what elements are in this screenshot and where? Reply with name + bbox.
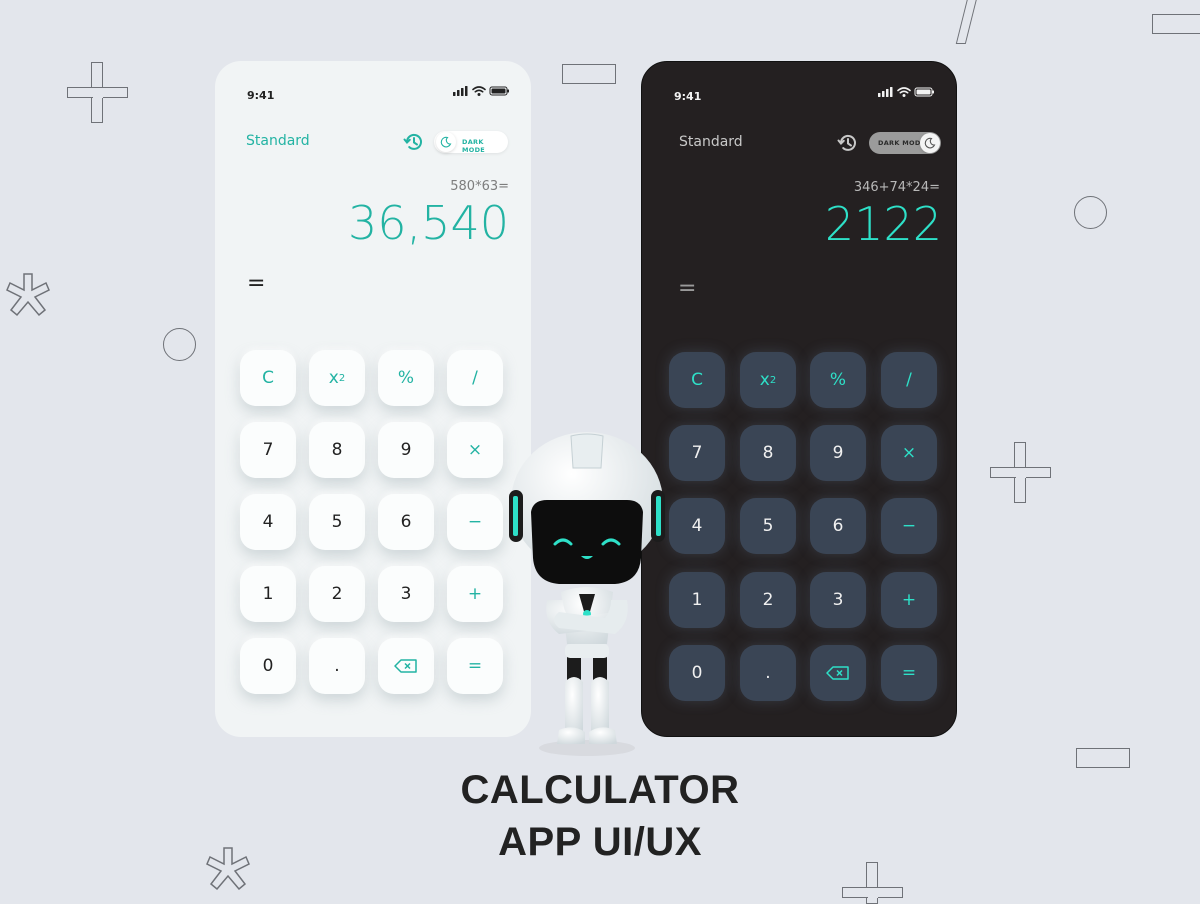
history-icon[interactable] <box>403 131 425 153</box>
digit-5-button[interactable]: 5 <box>309 494 365 550</box>
mode-label[interactable]: Standard <box>246 133 310 149</box>
divide-button[interactable]: / <box>447 350 503 406</box>
digit-3-button[interactable]: 3 <box>378 566 434 622</box>
digit-2-button[interactable]: 2 <box>309 566 365 622</box>
toggle-label: DARK MODE <box>878 139 926 147</box>
digit-3-button[interactable]: 3 <box>810 572 866 628</box>
decor-rect-top <box>562 64 616 84</box>
square-button[interactable]: x2 <box>740 352 796 408</box>
multiply-button[interactable]: × <box>881 425 937 481</box>
decor-plus-bottom <box>842 862 904 904</box>
status-time: 9:41 <box>674 90 702 103</box>
history-icon[interactable] <box>837 132 859 154</box>
wifi-icon <box>897 87 911 94</box>
battery-icon <box>489 86 509 96</box>
clear-button[interactable]: C <box>669 352 725 408</box>
decimal-button[interactable]: . <box>740 645 796 701</box>
signal-icon <box>878 87 893 97</box>
digit-9-button[interactable]: 9 <box>378 422 434 478</box>
backspace-icon <box>826 666 849 680</box>
digit-1-button[interactable]: 1 <box>240 566 296 622</box>
moon-icon <box>920 133 940 153</box>
dark-mode-toggle[interactable]: DARK MODE <box>434 131 508 154</box>
percent-button[interactable]: % <box>810 352 866 408</box>
decor-circle-right <box>1074 196 1107 229</box>
signal-icon <box>453 86 468 96</box>
multiply-button[interactable]: × <box>447 422 503 478</box>
decor-plus-right <box>990 442 1052 504</box>
digit-7-button[interactable]: 7 <box>240 422 296 478</box>
digit-4-button[interactable]: 4 <box>240 494 296 550</box>
decor-plus-top-left <box>67 62 129 124</box>
expression-display: 580*63= <box>450 179 509 194</box>
decor-rect-bottom-right <box>1076 748 1130 768</box>
equals-indicator: = <box>247 271 266 296</box>
headline-line-2: APP UI/UX <box>498 820 702 864</box>
minus-button[interactable]: − <box>881 498 937 554</box>
percent-button[interactable]: % <box>378 350 434 406</box>
result-display: 2122 <box>824 197 942 251</box>
backspace-icon <box>394 659 417 673</box>
digit-6-button[interactable]: 6 <box>810 498 866 554</box>
result-display: 36,540 <box>348 196 509 250</box>
wifi-icon <box>472 86 486 93</box>
plus-button[interactable]: + <box>881 572 937 628</box>
toggle-label: DARK MODE <box>462 138 486 154</box>
decimal-button[interactable]: . <box>309 638 365 694</box>
mode-label[interactable]: Standard <box>679 134 743 150</box>
light-mode-phone: 9:41 Standard DARK MODE 5 8 0*63= 36,540 =… <box>215 61 531 737</box>
decor-circle-left <box>163 328 196 361</box>
status-icons <box>453 84 511 98</box>
backspace-button[interactable] <box>378 638 434 694</box>
clear-button[interactable]: C <box>240 350 296 406</box>
digit-6-button[interactable]: 6 <box>378 494 434 550</box>
battery-icon <box>914 87 934 97</box>
divide-button[interactable]: / <box>881 352 937 408</box>
equals-button[interactable]: = <box>447 638 503 694</box>
dark-mode-toggle[interactable]: DARK MODE <box>869 132 941 154</box>
decor-asterisk-left <box>3 272 53 322</box>
digit-0-button[interactable]: 0 <box>669 645 725 701</box>
status-icons <box>878 85 936 99</box>
minus-button[interactable]: − <box>447 494 503 550</box>
digit-2-button[interactable]: 2 <box>740 572 796 628</box>
status-time: 9:41 <box>247 89 275 102</box>
digit-4-button[interactable]: 4 <box>669 498 725 554</box>
square-button[interactable]: x2 <box>309 350 365 406</box>
equals-button[interactable]: = <box>881 645 937 701</box>
digit-9-button[interactable]: 9 <box>810 425 866 481</box>
decor-slash <box>955 0 979 44</box>
moon-icon <box>436 132 456 152</box>
dark-mode-phone: 9:41 Standard DARK MODE 3 4 6+74*24= 2122 … <box>641 61 957 737</box>
digit-1-button[interactable]: 1 <box>669 572 725 628</box>
headline-line-1: CALCULATOR <box>460 768 740 812</box>
digit-8-button[interactable]: 8 <box>740 425 796 481</box>
digit-0-button[interactable]: 0 <box>240 638 296 694</box>
expression-display: 346+74*24= <box>853 180 940 195</box>
robot-mascot <box>503 432 671 762</box>
plus-button[interactable]: + <box>447 566 503 622</box>
equals-indicator: = <box>678 276 697 301</box>
digit-8-button[interactable]: 8 <box>309 422 365 478</box>
digit-5-button[interactable]: 5 <box>740 498 796 554</box>
digit-7-button[interactable]: 7 <box>669 425 725 481</box>
decor-rect-top-right <box>1152 14 1200 34</box>
backspace-button[interactable] <box>810 645 866 701</box>
